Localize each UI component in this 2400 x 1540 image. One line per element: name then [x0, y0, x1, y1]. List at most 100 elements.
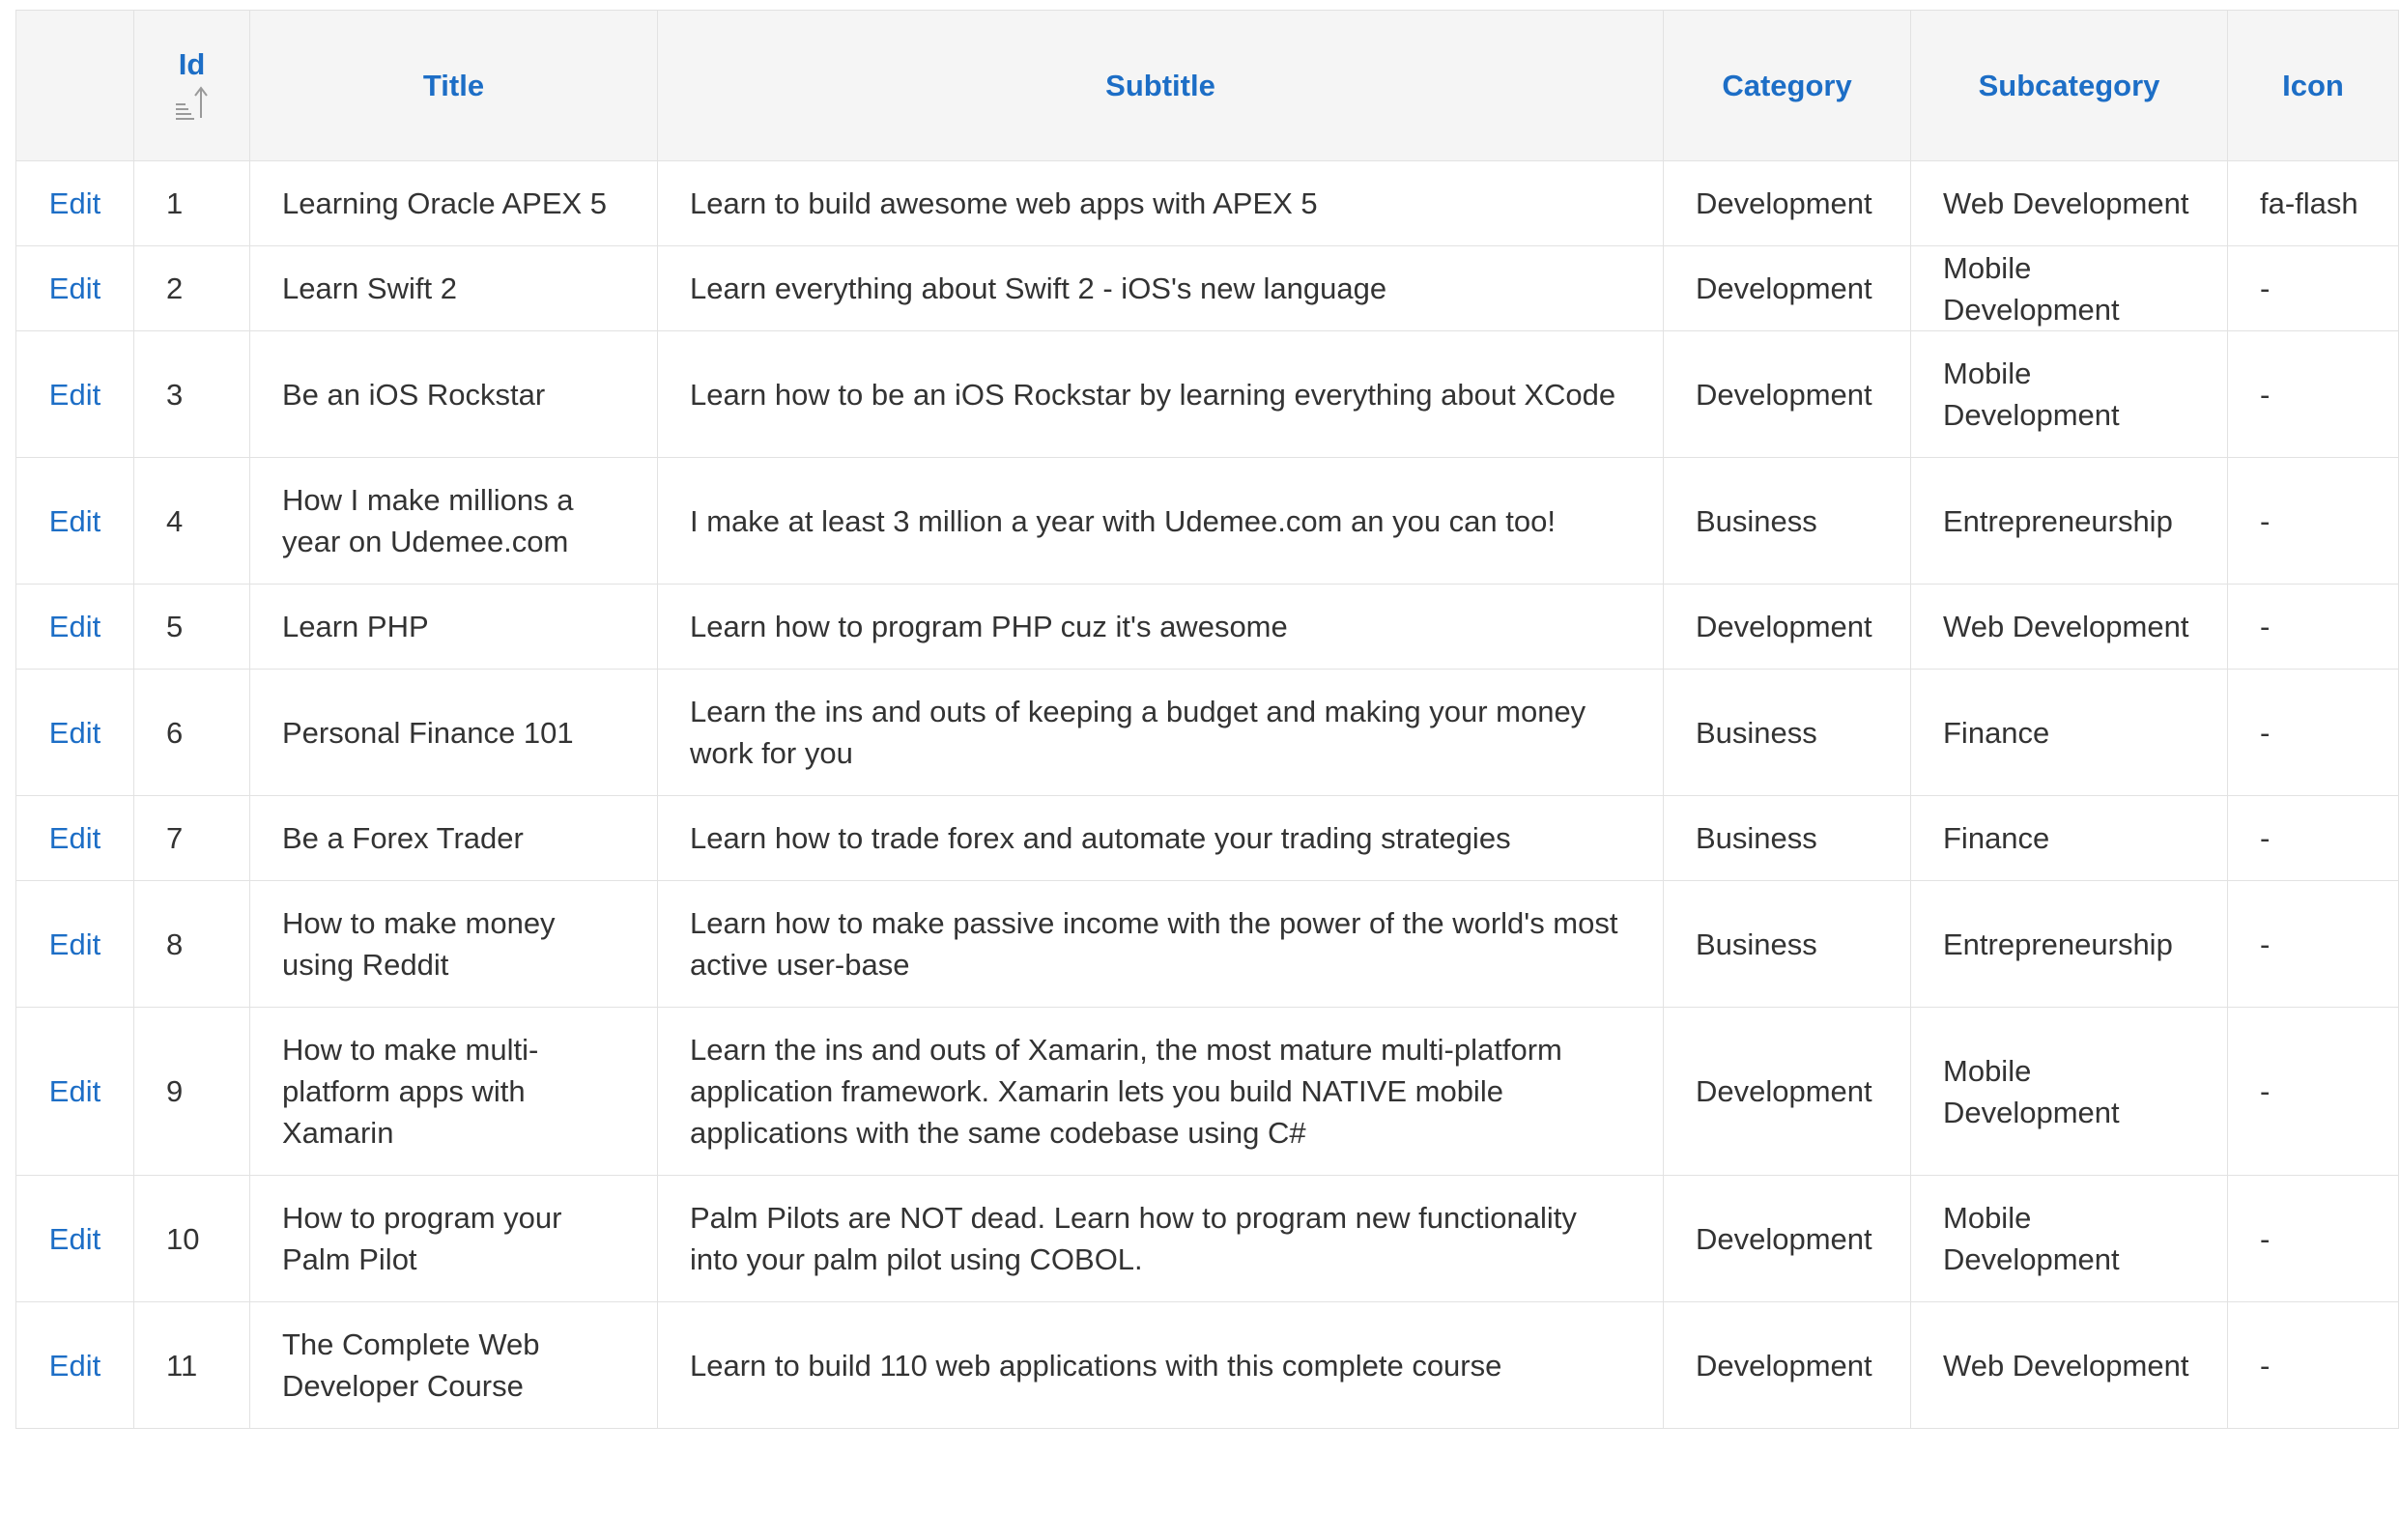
cell-title: Personal Finance 101 — [249, 669, 658, 796]
cell-title: How to make money using Reddit — [249, 880, 658, 1008]
table-row: Edit 7 Be a Forex Trader Learn how to tr… — [15, 795, 2399, 881]
cell-icon: - — [2227, 584, 2399, 670]
cell-category: Development — [1663, 245, 1911, 331]
cell-icon: - — [2227, 1301, 2399, 1429]
cell-category: Development — [1663, 1175, 1911, 1302]
cell-subcategory: Web Development — [1910, 1301, 2228, 1429]
edit-link[interactable]: Edit — [15, 795, 134, 881]
cell-title: Learn PHP — [249, 584, 658, 670]
cell-subtitle: Learn how to program PHP cuz it's awesom… — [657, 584, 1664, 670]
column-header-icon[interactable]: Icon — [2227, 10, 2399, 161]
table-body: Edit 1 Learning Oracle APEX 5 Learn to b… — [15, 160, 2399, 1429]
edit-link[interactable]: Edit — [15, 160, 134, 246]
cell-subcategory: Mobile Development — [1910, 1175, 2228, 1302]
cell-icon: - — [2227, 880, 2399, 1008]
cell-subcategory: Mobile Development — [1910, 330, 2228, 458]
cell-id: 10 — [133, 1175, 250, 1302]
header-row: Id Title Subtitle Category Subcategory I… — [15, 10, 2399, 161]
edit-link[interactable]: Edit — [15, 880, 134, 1008]
cell-category: Development — [1663, 160, 1911, 246]
edit-link[interactable]: Edit — [15, 457, 134, 585]
cell-category: Development — [1663, 330, 1911, 458]
cell-subcategory: Web Development — [1910, 160, 2228, 246]
cell-subtitle: Learn how to make passive income with th… — [657, 880, 1664, 1008]
cell-subtitle: Learn the ins and outs of keeping a budg… — [657, 669, 1664, 796]
cell-title: Be a Forex Trader — [249, 795, 658, 881]
column-header-subtitle[interactable]: Subtitle — [657, 10, 1664, 161]
table-header: Id Title Subtitle Category Subcategory I… — [15, 10, 2399, 161]
cell-subcategory: Mobile Development — [1910, 1007, 2228, 1176]
column-header-id-label: Id — [178, 47, 206, 81]
cell-id: 3 — [133, 330, 250, 458]
cell-icon: - — [2227, 1175, 2399, 1302]
cell-icon: - — [2227, 669, 2399, 796]
cell-category: Business — [1663, 669, 1911, 796]
cell-subcategory: Web Development — [1910, 584, 2228, 670]
column-header-title[interactable]: Title — [249, 10, 658, 161]
table-row: Edit 8 How to make money using Reddit Le… — [15, 880, 2399, 1008]
table-row: Edit 4 How I make millions a year on Ude… — [15, 457, 2399, 585]
edit-link[interactable]: Edit — [15, 584, 134, 670]
table-row: Edit 3 Be an iOS Rockstar Learn how to b… — [15, 330, 2399, 458]
cell-title: Learning Oracle APEX 5 — [249, 160, 658, 246]
cell-category: Business — [1663, 880, 1911, 1008]
cell-title: Learn Swift 2 — [249, 245, 658, 331]
cell-subcategory: Finance — [1910, 669, 2228, 796]
cell-subtitle: Learn the ins and outs of Xamarin, the m… — [657, 1007, 1664, 1176]
cell-subtitle: Learn to build awesome web apps with APE… — [657, 160, 1664, 246]
column-header-subcategory[interactable]: Subcategory — [1910, 10, 2228, 161]
table-row: Edit 1 Learning Oracle APEX 5 Learn to b… — [15, 160, 2399, 246]
cell-id: 9 — [133, 1007, 250, 1176]
cell-icon: - — [2227, 457, 2399, 585]
cell-subcategory: Finance — [1910, 795, 2228, 881]
cell-subtitle: I make at least 3 million a year with Ud… — [657, 457, 1664, 585]
cell-title: How to make multi-platform apps with Xam… — [249, 1007, 658, 1176]
edit-link[interactable]: Edit — [15, 1301, 134, 1429]
cell-category: Business — [1663, 795, 1911, 881]
cell-id: 11 — [133, 1301, 250, 1429]
table-row: Edit 11 The Complete Web Developer Cours… — [15, 1301, 2399, 1429]
table-row: Edit 6 Personal Finance 101 Learn the in… — [15, 669, 2399, 796]
cell-category: Development — [1663, 584, 1911, 670]
cell-category: Development — [1663, 1007, 1911, 1176]
cell-title: How to program your Palm Pilot — [249, 1175, 658, 1302]
edit-link[interactable]: Edit — [15, 1175, 134, 1302]
cell-icon: - — [2227, 245, 2399, 331]
sort-ascending-icon — [174, 83, 211, 122]
cell-title: How I make millions a year on Udemee.com — [249, 457, 658, 585]
cell-id: 7 — [133, 795, 250, 881]
cell-category: Business — [1663, 457, 1911, 585]
edit-link[interactable]: Edit — [15, 245, 134, 331]
table-row: Edit 9 How to make multi-platform apps w… — [15, 1007, 2399, 1176]
cell-subtitle: Learn how to trade forex and automate yo… — [657, 795, 1664, 881]
edit-link[interactable]: Edit — [15, 330, 134, 458]
column-header-edit — [15, 10, 134, 161]
column-header-category[interactable]: Category — [1663, 10, 1911, 161]
cell-category: Development — [1663, 1301, 1911, 1429]
report-page: Id Title Subtitle Category Subcategory I… — [0, 0, 2400, 1540]
cell-icon: - — [2227, 795, 2399, 881]
cell-id: 4 — [133, 457, 250, 585]
courses-report-table: Id Title Subtitle Category Subcategory I… — [15, 10, 2399, 1429]
cell-id: 5 — [133, 584, 250, 670]
edit-link[interactable]: Edit — [15, 669, 134, 796]
column-header-id[interactable]: Id — [133, 10, 250, 161]
cell-icon: - — [2227, 1007, 2399, 1176]
table-row: Edit 5 Learn PHP Learn how to program PH… — [15, 584, 2399, 670]
cell-subtitle: Learn everything about Swift 2 - iOS's n… — [657, 245, 1664, 331]
cell-subtitle: Learn to build 110 web applications with… — [657, 1301, 1664, 1429]
table-row: Edit 10 How to program your Palm Pilot P… — [15, 1175, 2399, 1302]
cell-id: 2 — [133, 245, 250, 331]
cell-subcategory: Mobile Development — [1910, 245, 2228, 331]
cell-id: 6 — [133, 669, 250, 796]
cell-subcategory: Entrepreneurship — [1910, 457, 2228, 585]
cell-id: 8 — [133, 880, 250, 1008]
cell-id: 1 — [133, 160, 250, 246]
cell-icon: - — [2227, 330, 2399, 458]
cell-icon: fa-flash — [2227, 160, 2399, 246]
edit-link[interactable]: Edit — [15, 1007, 134, 1176]
cell-subcategory: Entrepreneurship — [1910, 880, 2228, 1008]
cell-title: Be an iOS Rockstar — [249, 330, 658, 458]
table-row: Edit 2 Learn Swift 2 Learn everything ab… — [15, 245, 2399, 331]
cell-subtitle: Palm Pilots are NOT dead. Learn how to p… — [657, 1175, 1664, 1302]
